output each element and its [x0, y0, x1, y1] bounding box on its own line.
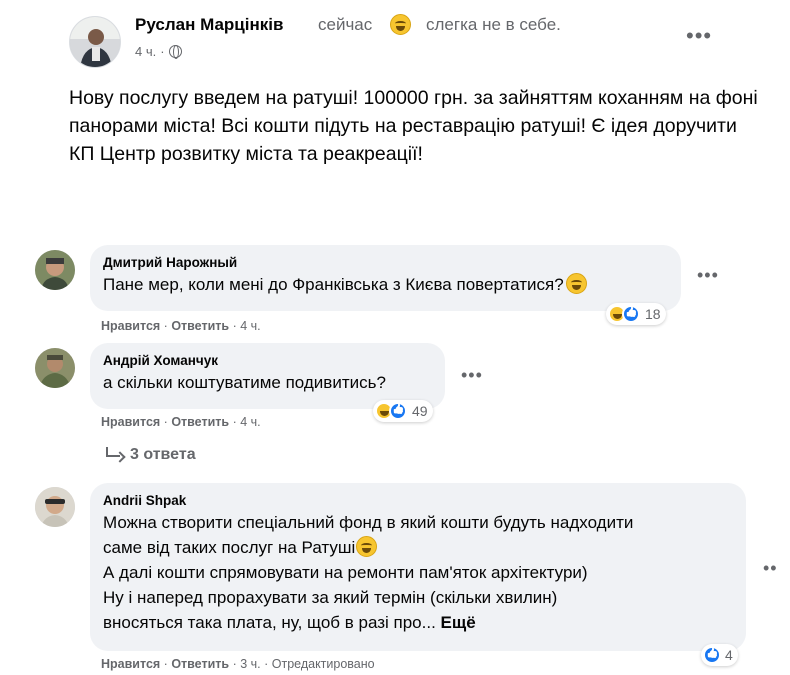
post-text: Нову послугу введем на ратуші! 100000 гр… — [69, 87, 758, 165]
replies-count-label[interactable]: 3 ответа — [130, 446, 196, 464]
comment-author[interactable]: Дмитрий Нарожный — [103, 254, 668, 272]
comment-actions: Нравится · Ответить · 4 ч. — [101, 415, 261, 429]
reactions-count: 18 — [645, 306, 661, 322]
comment-author[interactable]: Andrii Shpak — [103, 492, 733, 510]
comment-text: Можна створити спеціальний фонд в який к… — [103, 510, 733, 635]
reply-link[interactable]: Ответить — [171, 319, 229, 333]
grinning-emoji-icon — [390, 14, 411, 35]
like-reaction-icon — [703, 646, 721, 664]
comment-time[interactable]: 3 ч. — [240, 657, 260, 671]
comment-reactions[interactable]: 18 — [606, 303, 666, 325]
edited-label: Отредактировано — [271, 657, 375, 671]
post-feeling: слегка не в себе. — [426, 15, 561, 34]
comment-text-line: Можна створити спеціальний фонд в який к… — [103, 513, 634, 532]
grinning-emoji-icon — [356, 536, 378, 557]
comment-reactions[interactable]: 4 — [701, 644, 738, 666]
comment-more-icon[interactable]: ••• — [461, 365, 483, 386]
comment-avatar[interactable] — [35, 487, 75, 527]
comment-text-line: А далі кошти спрямовувати на ремонти пам… — [103, 563, 588, 582]
post-author-avatar[interactable] — [69, 16, 121, 68]
comment-avatar[interactable] — [35, 250, 75, 290]
post-time[interactable]: 4 ч. — [135, 44, 156, 59]
reactions-count: 4 — [725, 647, 733, 663]
post-author-name[interactable]: Руслан Марцінків — [135, 15, 283, 35]
like-link[interactable]: Нравится — [101, 415, 160, 429]
view-replies-link[interactable]: 3 ответа — [106, 446, 196, 464]
meta-separator: · — [160, 44, 165, 59]
reply-arrow-icon — [106, 447, 120, 457]
reply-link[interactable]: Ответить — [171, 657, 229, 671]
comment-text-line: Ну і наперед прорахувати за який термін … — [103, 588, 558, 607]
see-more-link[interactable]: Ещё — [441, 613, 476, 632]
comment-reactions[interactable]: 49 — [373, 400, 433, 422]
comment-bubble: Дмитрий Нарожный Пане мер, коли мені до … — [90, 245, 681, 311]
comment-text: Пане мер, коли мені до Франківська з Киє… — [103, 272, 668, 297]
grinning-emoji-icon — [565, 273, 587, 294]
reply-link[interactable]: Ответить — [171, 415, 229, 429]
globe-icon — [168, 45, 182, 59]
comment-actions: Нравится · Ответить · 3 ч. · Отредактиро… — [101, 657, 375, 671]
reactions-count: 49 — [412, 403, 428, 419]
like-link[interactable]: Нравится — [101, 657, 160, 671]
comment-avatar[interactable] — [35, 348, 75, 388]
comment-more-icon[interactable]: ••• — [697, 265, 719, 286]
comment-text-line: вносяться така плата, ну, щоб в разі про… — [103, 613, 476, 632]
post-status: сейчас — [318, 15, 373, 34]
comment-text-line: саме від таких послуг на Ратуші — [103, 535, 733, 560]
comment-time[interactable]: 4 ч. — [240, 415, 260, 429]
post-meta: 4 ч. · — [135, 44, 182, 59]
comment-actions: Нравится · Ответить · 4 ч. — [101, 319, 261, 333]
comment-more-icon[interactable]: •• — [763, 558, 778, 579]
comment-author[interactable]: Андрій Хоманчук — [103, 352, 432, 370]
comment-text: а скільки коштуватиме подивитись? — [103, 373, 386, 392]
like-reaction-icon — [389, 402, 407, 420]
comment-time[interactable]: 4 ч. — [240, 319, 260, 333]
like-reaction-icon — [622, 305, 640, 323]
like-link[interactable]: Нравится — [101, 319, 160, 333]
post-more-icon[interactable]: ••• — [686, 25, 712, 47]
comment-bubble: Andrii Shpak Можна створити спеціальний … — [90, 483, 746, 651]
